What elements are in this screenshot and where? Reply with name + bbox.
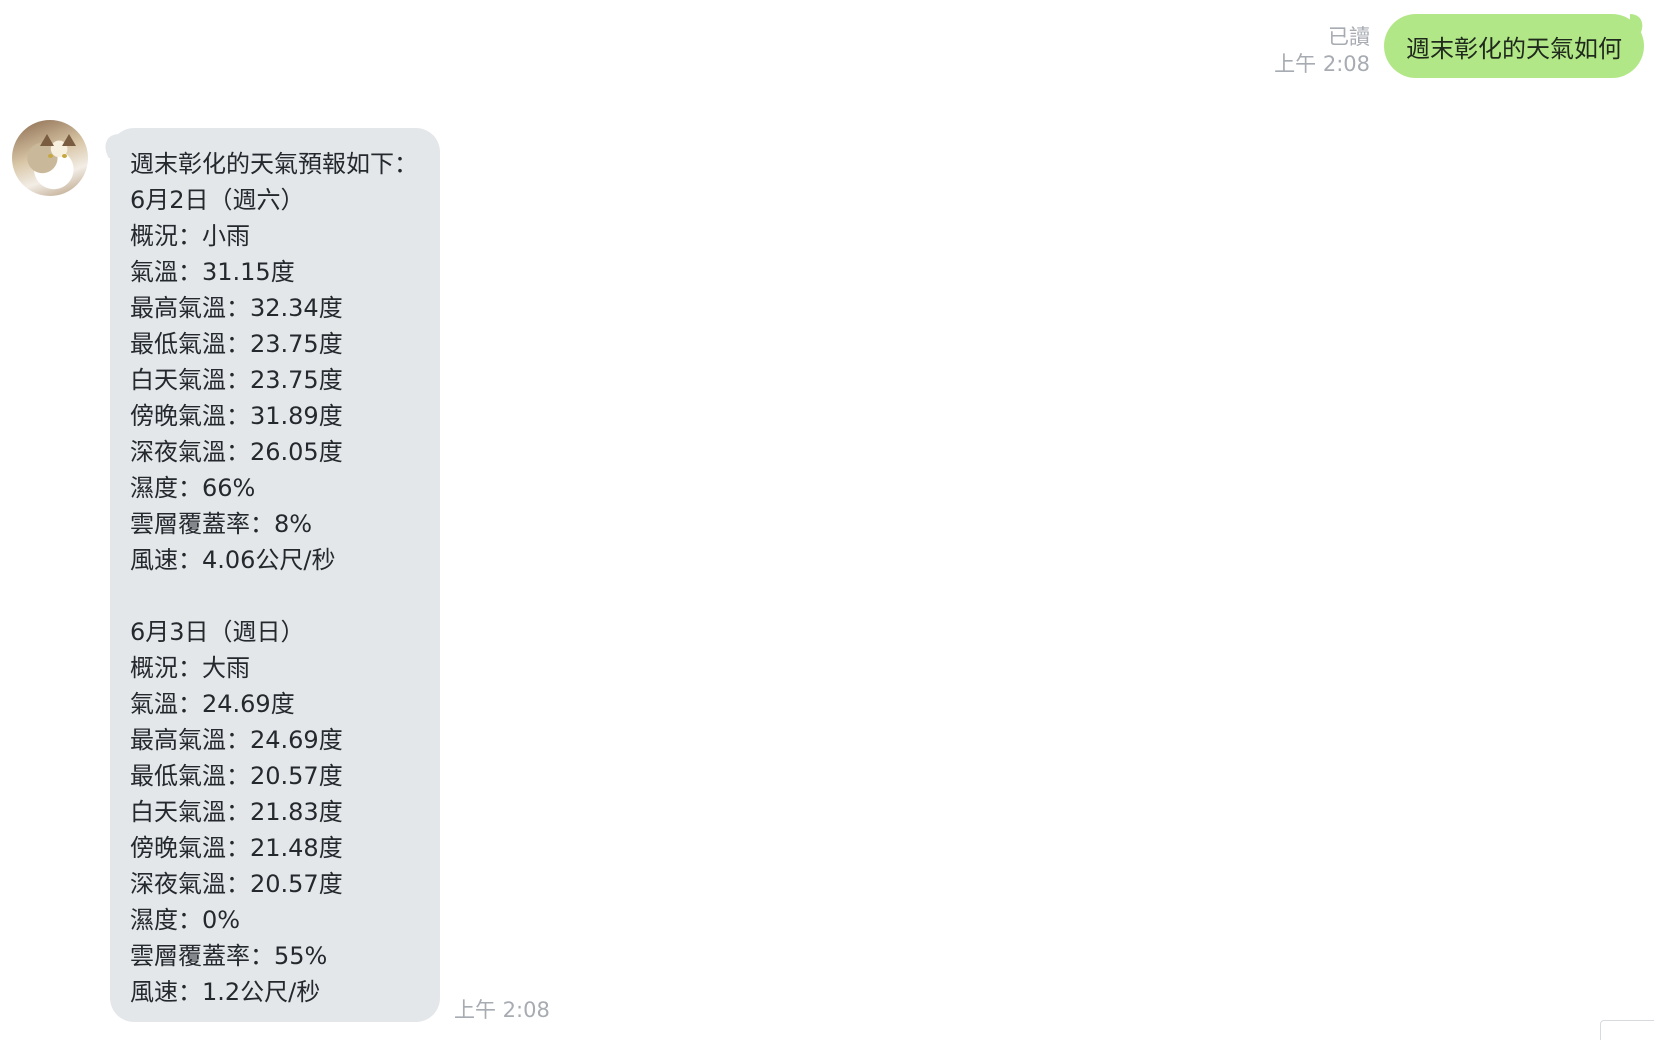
message-line: 雲層覆蓋率：8% <box>130 510 313 538</box>
message-line: 氣溫：31.15度 <box>130 258 295 286</box>
avatar[interactable] <box>12 120 88 196</box>
message-line: 白天氣溫：21.83度 <box>130 798 343 826</box>
message-line: 風速：1.2公尺/秒 <box>130 978 321 1006</box>
message-line: 概況：大雨 <box>130 654 250 682</box>
scroll-to-bottom-button[interactable] <box>1600 1020 1654 1040</box>
avatar-cat-ear <box>62 134 76 146</box>
message-line: 深夜氣溫：20.57度 <box>130 870 343 898</box>
outgoing-meta: 已讀 上午 2:08 <box>1180 24 1370 78</box>
incoming-message-bubble[interactable]: 週末彰化的天氣預報如下： 6月2日（週六） 概況：小雨 氣溫：31.15度 最高… <box>110 128 440 1022</box>
chat-window: 已讀 上午 2:08 週末彰化的天氣如何 週末彰化的天氣預報如下： 6月2日（週… <box>0 0 1654 1040</box>
message-line: 傍晚氣溫：21.48度 <box>130 834 343 862</box>
avatar-cat-eye <box>62 154 67 158</box>
message-line: 最高氣溫：24.69度 <box>130 726 343 754</box>
avatar-cat-eye <box>48 154 53 158</box>
message-line: 最低氣溫：23.75度 <box>130 330 343 358</box>
outgoing-message-text: 週末彰化的天氣如何 <box>1406 34 1622 63</box>
message-line: 風速：4.06公尺/秒 <box>130 546 336 574</box>
message-line: 最高氣溫：32.34度 <box>130 294 343 322</box>
message-line: 傍晚氣溫：31.89度 <box>130 402 343 430</box>
message-line: 雲層覆蓋率：55% <box>130 942 328 970</box>
message-line: 濕度：66% <box>130 474 256 502</box>
outgoing-timestamp: 上午 2:08 <box>1274 52 1370 76</box>
incoming-timestamp: 上午 2:08 <box>454 998 550 1022</box>
message-line: 概況：小雨 <box>130 222 250 250</box>
avatar-cat-ear <box>40 134 54 146</box>
read-receipt: 已讀 <box>1328 25 1370 49</box>
message-line: 氣溫：24.69度 <box>130 690 295 718</box>
message-line: 週末彰化的天氣預報如下： <box>130 150 418 178</box>
message-line: 6月3日（週日） <box>130 618 305 646</box>
message-line: 白天氣溫：23.75度 <box>130 366 343 394</box>
message-line: 6月2日（週六） <box>130 186 305 214</box>
message-line: 濕度：0% <box>130 906 241 934</box>
outgoing-message-bubble[interactable]: 週末彰化的天氣如何 <box>1384 14 1644 78</box>
message-line: 深夜氣溫：26.05度 <box>130 438 343 466</box>
message-line: 最低氣溫：20.57度 <box>130 762 343 790</box>
